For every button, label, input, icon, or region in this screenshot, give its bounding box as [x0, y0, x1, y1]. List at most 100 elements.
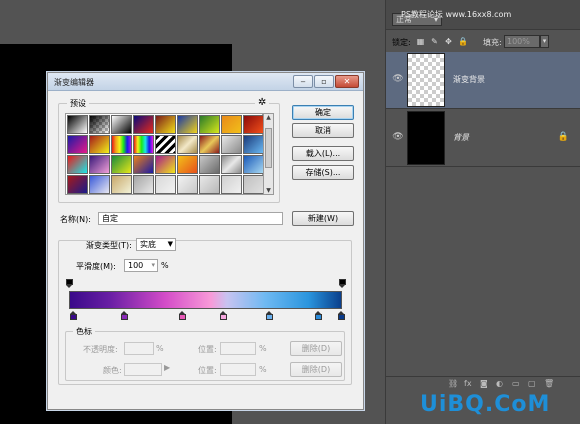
minimize-icon[interactable]: ‒: [293, 75, 313, 88]
preset-swatch[interactable]: [221, 115, 242, 134]
dialog-title: 渐变编辑器: [54, 78, 94, 87]
color-stop[interactable]: [220, 311, 227, 320]
preset-swatch[interactable]: [89, 135, 110, 154]
preset-swatch[interactable]: [89, 175, 110, 194]
preset-swatch[interactable]: [199, 175, 220, 194]
save-button[interactable]: 存储(S)...: [292, 165, 354, 180]
percent-unit: %: [259, 365, 267, 374]
gear-icon[interactable]: ✲: [255, 97, 270, 108]
preset-swatch[interactable]: [111, 175, 132, 194]
preset-swatch[interactable]: [177, 135, 198, 154]
ok-button[interactable]: 确定: [292, 105, 354, 120]
preset-scrollbar[interactable]: ▲ ▼: [263, 113, 274, 195]
opacity-stop-right[interactable]: [339, 279, 346, 288]
layer-gradient-bg[interactable]: 👁 渐变背景: [386, 52, 580, 109]
preset-swatch[interactable]: [111, 135, 132, 154]
trash-icon[interactable]: 🗑: [544, 379, 554, 388]
preset-swatch[interactable]: [133, 175, 154, 194]
scroll-up-icon[interactable]: ▲: [264, 114, 273, 121]
preset-swatch[interactable]: [67, 135, 88, 154]
fx-icon[interactable]: fx: [464, 379, 472, 388]
preset-swatch[interactable]: [133, 115, 154, 134]
color-swatch: [124, 363, 162, 376]
chevron-down-icon: ▼: [167, 240, 173, 248]
gradient-type-value: 实底: [140, 240, 156, 249]
fill-input[interactable]: 100%: [504, 35, 540, 48]
preset-swatch[interactable]: [155, 155, 176, 174]
mask-icon[interactable]: ◙: [480, 379, 488, 388]
scroll-down-icon[interactable]: ▼: [264, 187, 273, 194]
preset-swatch[interactable]: [155, 115, 176, 134]
preset-swatch[interactable]: [111, 155, 132, 174]
preset-swatch[interactable]: [67, 155, 88, 174]
lock-icon: 🔒: [557, 132, 569, 142]
eye-icon[interactable]: 👁: [392, 132, 404, 142]
gradient-preview-bar[interactable]: [69, 291, 342, 309]
close-icon[interactable]: ✕: [335, 75, 359, 88]
preset-swatch[interactable]: [177, 155, 198, 174]
preset-swatch[interactable]: [155, 175, 176, 194]
lock-image-icon[interactable]: ✎: [430, 37, 439, 46]
preset-swatch[interactable]: [111, 115, 132, 134]
stops-label: 色标: [73, 326, 95, 337]
preset-swatch[interactable]: [243, 175, 264, 194]
name-input[interactable]: 自定: [98, 212, 283, 225]
gradient-type-select[interactable]: 实底 ▼: [136, 238, 176, 251]
preset-swatch[interactable]: [133, 135, 154, 154]
dialog-titlebar[interactable]: 渐变编辑器 ‒ ▫ ✕: [48, 73, 363, 91]
group-icon[interactable]: ▭: [512, 379, 520, 388]
color-stop[interactable]: [266, 311, 273, 320]
preset-swatch[interactable]: [67, 175, 88, 194]
preset-swatch[interactable]: [199, 115, 220, 134]
gradient-type-label: 渐变类型(T):: [86, 241, 132, 250]
preset-swatch[interactable]: [243, 135, 264, 154]
name-label: 名称(N):: [60, 215, 91, 224]
preset-swatch[interactable]: [133, 155, 154, 174]
fill-dropdown-icon[interactable]: ▾: [540, 35, 549, 48]
smoothness-value: 100: [128, 261, 144, 270]
lock-position-icon[interactable]: ✥: [444, 37, 453, 46]
preset-swatch[interactable]: [199, 155, 220, 174]
layer-name: 背景: [453, 133, 469, 142]
color-stop[interactable]: [121, 311, 128, 320]
scrollbar-thumb[interactable]: [265, 128, 272, 168]
maximize-icon[interactable]: ▫: [314, 75, 334, 88]
color-stop[interactable]: [315, 311, 322, 320]
opacity-stop-left[interactable]: [66, 279, 73, 288]
lock-transparent-icon[interactable]: ▦: [416, 37, 425, 46]
fill-label: 填充:: [483, 38, 502, 47]
color-stop[interactable]: [179, 311, 186, 320]
location-input: [220, 363, 256, 376]
preset-swatch[interactable]: [221, 155, 242, 174]
layer-thumbnail: [407, 53, 445, 107]
adjustment-icon[interactable]: ◐: [496, 379, 503, 388]
cancel-button[interactable]: 取消: [292, 123, 354, 138]
color-stop[interactable]: [338, 311, 345, 320]
preset-swatch[interactable]: [177, 175, 198, 194]
lock-all-icon[interactable]: 🔒: [458, 37, 468, 46]
chevron-down-icon[interactable]: ▾: [151, 260, 155, 271]
delete-opacity-stop-button: 删除(D): [290, 341, 342, 356]
preset-swatch[interactable]: [221, 135, 242, 154]
preset-swatch[interactable]: [199, 135, 220, 154]
opacity-label: 不透明度:: [83, 345, 118, 354]
preset-swatch[interactable]: [89, 115, 110, 134]
new-layer-icon[interactable]: ▢: [528, 379, 536, 388]
preset-swatch[interactable]: [243, 115, 264, 134]
presets-label: 预设: [67, 98, 89, 109]
percent-unit: %: [259, 344, 267, 353]
layer-background[interactable]: 👁 背景 🔒: [386, 110, 580, 167]
smoothness-input[interactable]: 100 ▾: [124, 259, 158, 272]
preset-swatch[interactable]: [221, 175, 242, 194]
link-layers-icon[interactable]: ⛓: [448, 379, 458, 388]
preset-swatch[interactable]: [243, 155, 264, 174]
load-button[interactable]: 载入(L)...: [292, 146, 354, 161]
color-stop[interactable]: [70, 311, 77, 320]
preset-swatch[interactable]: [67, 115, 88, 134]
preset-swatch[interactable]: [89, 155, 110, 174]
eye-icon[interactable]: 👁: [392, 74, 404, 84]
watermark: UiBQ.CoM: [420, 392, 551, 417]
preset-swatch[interactable]: [177, 115, 198, 134]
new-button[interactable]: 新建(W): [292, 211, 354, 226]
preset-swatch[interactable]: [155, 135, 176, 154]
